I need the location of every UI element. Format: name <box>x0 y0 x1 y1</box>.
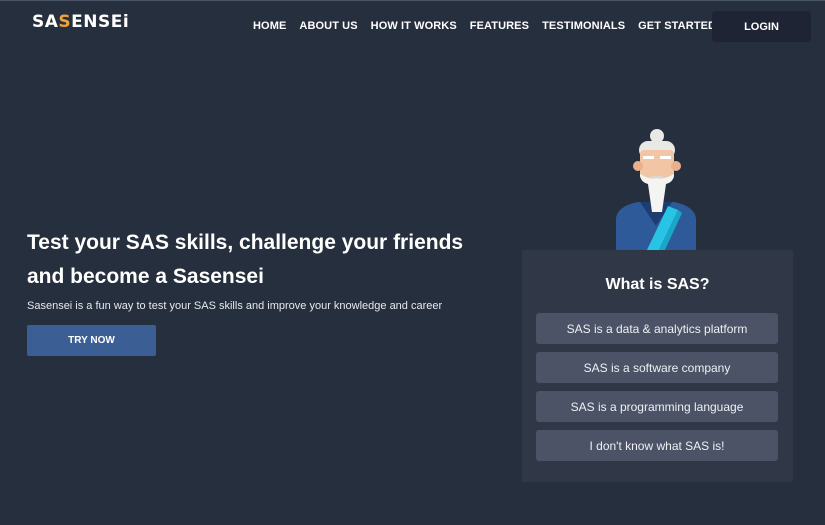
nav-link-how-it-works[interactable]: HOW IT WORKS <box>371 20 457 32</box>
quiz-option-dont-know[interactable]: I don't know what SAS is! <box>536 430 778 461</box>
nav-links: HOME ABOUT US HOW IT WORKS FEATURES TEST… <box>253 20 729 32</box>
logo[interactable]: SASENSEi <box>32 12 129 32</box>
sensei-mascot-icon <box>616 129 696 252</box>
logo-prefix: SA <box>32 12 59 32</box>
nav-link-home[interactable]: HOME <box>253 20 286 32</box>
logo-suffix: ENSEi <box>71 12 130 32</box>
login-button[interactable]: LOGIN <box>712 11 811 42</box>
nav-link-testimonials[interactable]: TESTIMONIALS <box>542 20 625 32</box>
try-now-button[interactable]: TRY NOW <box>27 325 156 356</box>
hero-title: Test your SAS skills, challenge your fri… <box>27 226 507 294</box>
quiz-option-software-company[interactable]: SAS is a software company <box>536 352 778 383</box>
quiz-option-programming-language[interactable]: SAS is a programming language <box>536 391 778 422</box>
nav-link-get-started[interactable]: GET STARTED <box>638 20 716 32</box>
hero-title-line-1: Test your SAS skills, challenge your fri… <box>27 231 464 254</box>
nav-link-features[interactable]: FEATURES <box>470 20 529 32</box>
quiz-card: What is SAS? SAS is a data & analytics p… <box>522 250 793 482</box>
quiz-option-data-analytics[interactable]: SAS is a data & analytics platform <box>536 313 778 344</box>
logo-accent: S <box>58 12 72 32</box>
hero-title-line-2: and become a Sasensei <box>27 265 264 288</box>
navbar: SASENSEi HOME ABOUT US HOW IT WORKS FEAT… <box>0 0 825 52</box>
nav-link-about-us[interactable]: ABOUT US <box>299 20 357 32</box>
hero-subtitle: Sasensei is a fun way to test your SAS s… <box>27 300 443 312</box>
quiz-question: What is SAS? <box>605 276 710 293</box>
